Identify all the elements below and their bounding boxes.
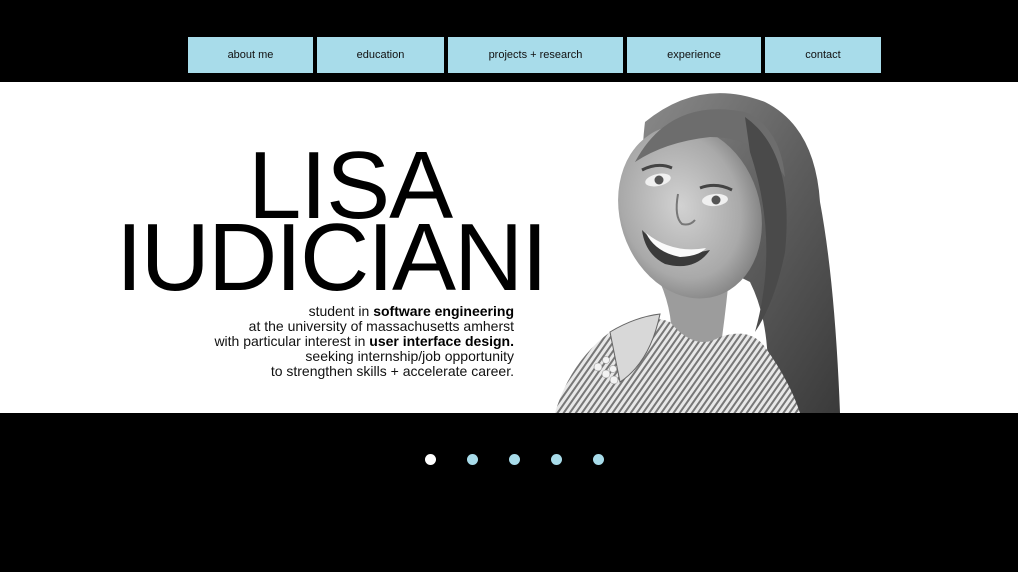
bio-highlight-ui-design: user interface design. <box>369 333 514 349</box>
last-name: IUDICIANI <box>116 204 548 311</box>
carousel-dot-2[interactable] <box>467 454 478 465</box>
profile-photo <box>555 93 840 413</box>
bio-line-3: with particular interest in user interfa… <box>214 333 514 349</box>
bio-line-4: seeking internship/job opportunity <box>305 348 514 364</box>
nav-education[interactable]: education <box>317 37 444 73</box>
nav-experience[interactable]: experience <box>627 37 761 73</box>
top-bar: about me education projects + research e… <box>0 0 1018 82</box>
bio-line-1: student in software engineering <box>308 303 514 319</box>
bio-text: student in software engineering at the u… <box>214 304 514 379</box>
bio-highlight-software-engineering: software engineering <box>373 303 514 319</box>
hero-section: LISA IUDICIANI student in software engin… <box>0 82 1018 413</box>
carousel-dot-3[interactable] <box>509 454 520 465</box>
carousel-dot-4[interactable] <box>551 454 562 465</box>
carousel-dot-5[interactable] <box>593 454 604 465</box>
carousel-area <box>0 413 1018 572</box>
nav-about-me[interactable]: about me <box>188 37 313 73</box>
nav-projects-research[interactable]: projects + research <box>448 37 623 73</box>
carousel-dot-1[interactable] <box>425 454 436 465</box>
nav-contact[interactable]: contact <box>765 37 881 73</box>
bio-line-2: at the university of massachusetts amher… <box>248 318 514 334</box>
bio-line-5: to strengthen skills + accelerate career… <box>270 363 514 379</box>
main-nav: about me education projects + research e… <box>188 37 881 73</box>
